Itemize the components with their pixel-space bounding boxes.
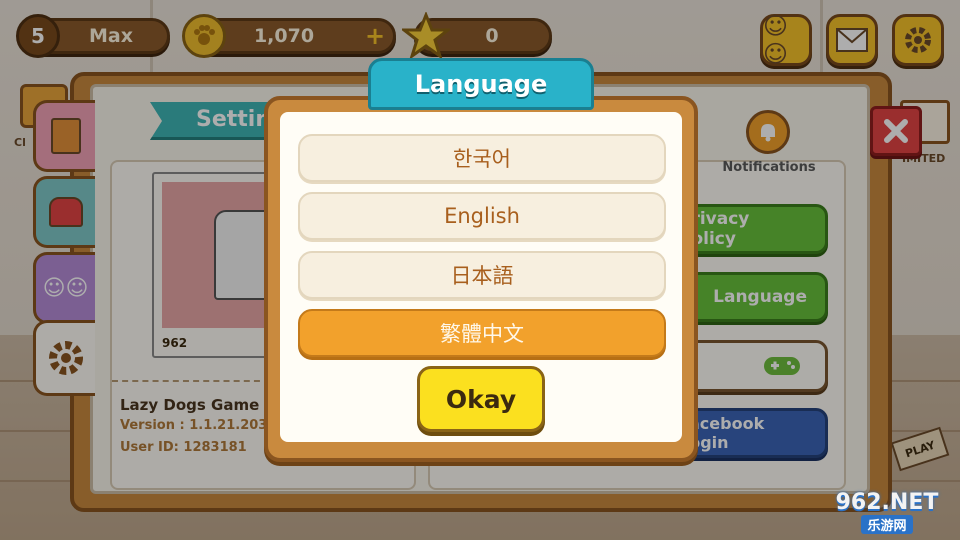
language-option-korean[interactable]: 한국어 xyxy=(298,134,666,182)
watermark-line2: 乐游网 xyxy=(861,515,913,534)
language-option-japanese[interactable]: 日本語 xyxy=(298,251,666,299)
language-dialog-title: Language xyxy=(368,58,594,110)
language-option-label: 日本語 xyxy=(450,264,514,288)
okay-button[interactable]: Okay xyxy=(417,366,545,432)
language-option-english[interactable]: English xyxy=(298,192,666,240)
okay-label: Okay xyxy=(445,384,517,414)
language-dialog-title-text: Language xyxy=(414,70,548,98)
language-option-traditional-chinese[interactable]: 繁體中文 xyxy=(298,309,666,357)
site-watermark: 962.NET 乐游网 xyxy=(818,488,956,536)
language-option-label: 繁體中文 xyxy=(440,322,524,346)
language-option-label: English xyxy=(444,204,520,228)
language-option-label: 한국어 xyxy=(453,147,511,171)
watermark-line1: 962.NET xyxy=(835,490,939,515)
